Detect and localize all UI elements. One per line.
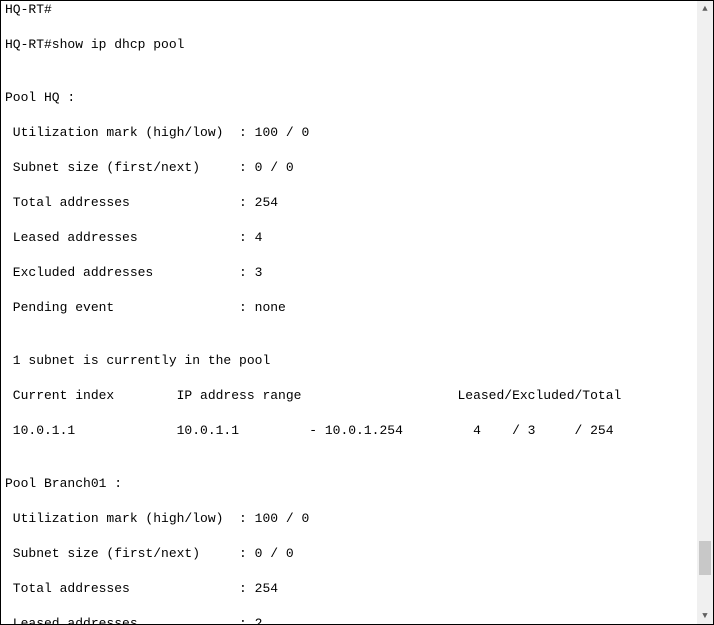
scrollbar-thumb[interactable] [699, 541, 711, 575]
terminal-window: HQ-RT# HQ-RT#show ip dhcp pool Pool HQ :… [0, 0, 714, 625]
scroll-down-button[interactable]: ▼ [697, 608, 713, 624]
pool-header: Pool Branch01 : [5, 475, 693, 493]
subnet-table-header: Current index IP address range Leased/Ex… [5, 387, 693, 405]
stat-pending-event: Pending event : none [5, 299, 693, 317]
scroll-up-button[interactable]: ▲ [697, 1, 713, 17]
stat-utilization: Utilization mark (high/low) : 100 / 0 [5, 510, 693, 528]
prompt-previous: HQ-RT# [5, 1, 693, 19]
stat-total-addresses: Total addresses : 254 [5, 194, 693, 212]
subnet-count-line: 1 subnet is currently in the pool [5, 352, 693, 370]
vertical-scrollbar[interactable]: ▲ ▼ [697, 1, 713, 624]
stat-subnet-size: Subnet size (first/next) : 0 / 0 [5, 545, 693, 563]
stat-excluded-addresses: Excluded addresses : 3 [5, 264, 693, 282]
stat-leased-addresses: Leased addresses : 2 [5, 615, 693, 624]
stat-total-addresses: Total addresses : 254 [5, 580, 693, 598]
terminal-output[interactable]: HQ-RT# HQ-RT#show ip dhcp pool Pool HQ :… [1, 1, 697, 624]
stat-subnet-size: Subnet size (first/next) : 0 / 0 [5, 159, 693, 177]
command-line: HQ-RT#show ip dhcp pool [5, 36, 693, 54]
pool-header: Pool HQ : [5, 89, 693, 107]
stat-leased-addresses: Leased addresses : 4 [5, 229, 693, 247]
subnet-table-row: 10.0.1.1 10.0.1.1 - 10.0.1.254 4 / 3 / 2… [5, 422, 693, 440]
stat-utilization: Utilization mark (high/low) : 100 / 0 [5, 124, 693, 142]
